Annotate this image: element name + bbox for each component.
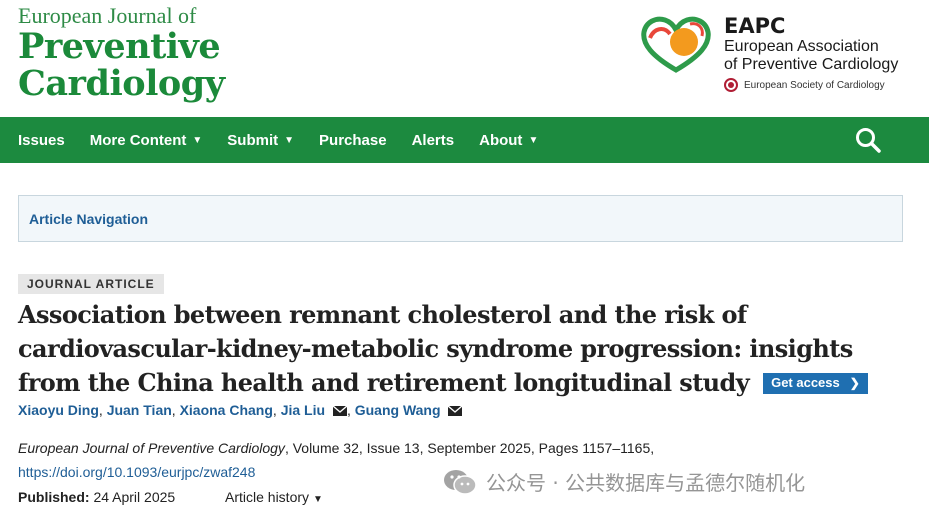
esc-logo-icon (724, 78, 738, 92)
nav-item-label: Submit (227, 131, 279, 149)
nav-item-label: Issues (18, 131, 65, 149)
chevron-right-icon: ❯ (849, 376, 860, 390)
society-name-line2: of Preventive Cardiology (724, 56, 899, 73)
nav-item-issues[interactable]: Issues (18, 132, 65, 149)
nav-item-label: About (479, 131, 523, 149)
journal-title-line3: Cardiology (18, 63, 225, 104)
nav-item-label: Alerts (411, 131, 455, 149)
author-link[interactable]: Xiaoyu Ding (18, 402, 99, 418)
site-header: European Journal of Preventive Cardiolog… (0, 0, 929, 117)
author-link[interactable]: Jia Liu (281, 402, 325, 418)
eapc-heart-logo (641, 16, 711, 73)
caret-down-icon: ▼ (192, 134, 203, 146)
journal-title-line2: Preventive (18, 26, 221, 67)
article-title: Association between remnant cholesterol … (18, 298, 913, 400)
society-logo[interactable]: EAPC European Association of Preventive … (640, 14, 920, 99)
nav-item-purchase[interactable]: Purchase (319, 132, 387, 149)
article-navigation-label: Article Navigation (29, 211, 149, 227)
citation-journal: European Journal of Preventive Cardiolog… (18, 440, 285, 456)
caret-down-icon: ▼ (528, 134, 539, 146)
society-name-line1: European Association (724, 38, 879, 55)
author-list: Xiaoyu Ding, Juan Tian, Xiaona Chang, Ji… (18, 401, 463, 419)
article-navigation-bar[interactable]: Article Navigation (18, 195, 903, 242)
nav-item-label: Purchase (319, 131, 387, 149)
society-acronym: EAPC (724, 14, 786, 38)
nav-item-label: More Content (89, 131, 187, 149)
author-link[interactable]: Juan Tian (107, 402, 172, 418)
published-label: Published: (18, 489, 90, 505)
published-value: 24 April 2025 (93, 489, 176, 505)
article-history-toggle[interactable]: Article history ▼ (225, 489, 323, 505)
journal-title-line1: European Journal of (18, 3, 197, 28)
search-icon[interactable] (855, 127, 881, 153)
published-date: Published: 24 April 2025 (18, 489, 175, 505)
article-title-text: Association between remnant cholesterol … (18, 300, 853, 397)
parent-society-name: European Society of Cardiology (744, 79, 885, 91)
journal-logo[interactable]: European Journal of Preventive Cardiolog… (18, 3, 225, 104)
citation-details: , Volume 32, Issue 13, September 2025, P… (284, 440, 655, 456)
author-link[interactable]: Xiaona Chang (180, 402, 273, 418)
citation-line: European Journal of Preventive Cardiolog… (18, 439, 654, 457)
wechat-watermark: 公众号 · 公共数据库与孟德尔随机化 (442, 467, 805, 496)
get-access-label: Get access (771, 375, 840, 390)
envelope-icon[interactable] (332, 406, 347, 416)
article-type-badge: JOURNAL ARTICLE (18, 274, 164, 294)
nav-item-alerts[interactable]: Alerts (412, 132, 455, 149)
get-access-button[interactable]: Get access ❯ (763, 372, 868, 394)
caret-down-icon: ▼ (284, 134, 295, 146)
author-link[interactable]: Guang Wang (355, 402, 441, 418)
watermark-text: 公众号 · 公共数据库与孟德尔随机化 (486, 471, 806, 495)
wechat-icon (444, 469, 477, 495)
nav-item-about[interactable]: About ▼ (479, 132, 538, 149)
nav-item-submit[interactable]: Submit ▼ (227, 132, 294, 149)
main-nav: Issues More Content ▼ Submit ▼ Purchase Al… (0, 117, 929, 163)
nav-item-more-content[interactable]: More Content ▼ (90, 132, 203, 149)
envelope-icon[interactable] (448, 406, 463, 416)
doi-link[interactable]: https://doi.org/10.1093/eurjpc/zwaf248 (18, 464, 255, 480)
caret-down-icon: ▼ (313, 494, 323, 505)
article-history-label: Article history (225, 489, 310, 505)
